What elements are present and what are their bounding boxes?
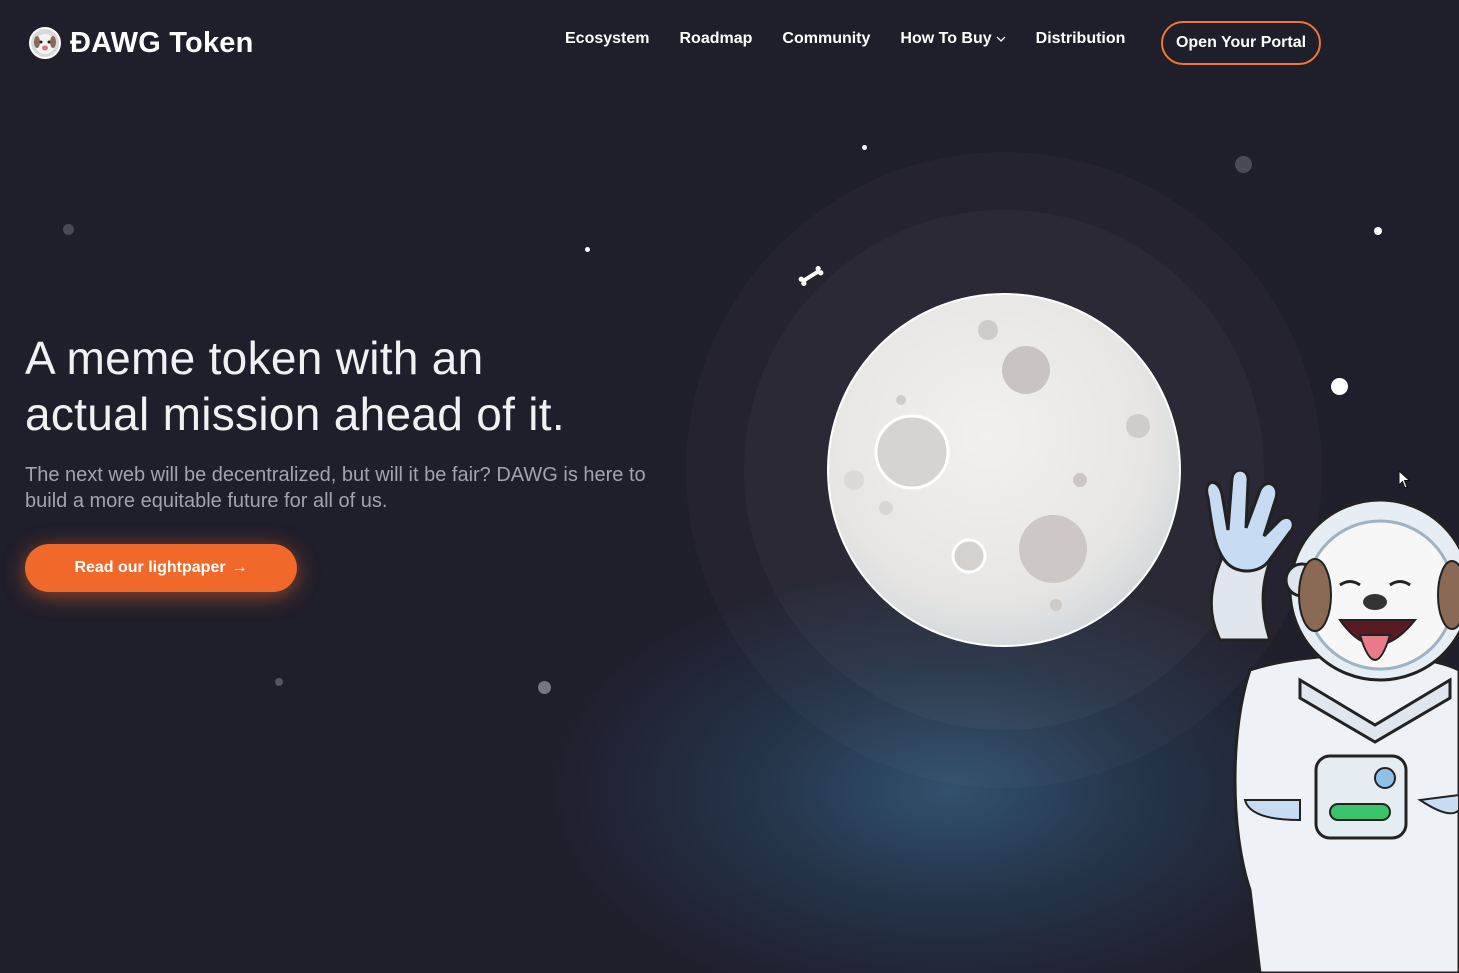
moon-illustration [827, 293, 1181, 647]
star [1331, 378, 1348, 395]
star [538, 681, 551, 694]
star [275, 678, 283, 686]
nav-community[interactable]: Community [782, 30, 870, 48]
nav-how-to-buy[interactable]: How To Buy [900, 30, 1006, 48]
read-lightpaper-button[interactable]: Read our lightpaper → [25, 544, 297, 592]
hero-title-line1: A meme token with an [25, 332, 484, 384]
arrow-right-icon: → [231, 559, 248, 576]
chevron-down-icon [996, 36, 1006, 42]
star [1374, 227, 1382, 235]
brand-logo[interactable]: ĐAWG Token [28, 26, 254, 60]
star [1235, 156, 1252, 173]
star [862, 145, 867, 150]
site-header: ĐAWG Token Ecosystem Roadmap Community H… [0, 0, 1459, 86]
nav-ecosystem[interactable]: Ecosystem [565, 30, 650, 48]
bone-icon [798, 266, 824, 286]
open-portal-button[interactable]: Open Your Portal [1161, 21, 1321, 65]
brand-name: ĐAWG Token [70, 26, 254, 59]
star [63, 224, 74, 235]
dog-astronaut-illustration [1205, 470, 1459, 973]
nav-roadmap[interactable]: Roadmap [680, 30, 753, 48]
hero-subtitle: The next web will be decentralized, but … [25, 464, 646, 512]
main-nav: Ecosystem Roadmap Community How To Buy D… [565, 30, 1155, 48]
dog-astronaut-logo-icon [29, 27, 61, 59]
hero-title: A meme token with an actual mission ahea… [25, 330, 685, 442]
cta-label: Read our lightpaper [74, 559, 226, 576]
star [585, 247, 590, 252]
mouse-cursor-icon [1398, 470, 1411, 489]
hero-title-line2: actual mission ahead of it. [25, 388, 565, 440]
nav-distribution[interactable]: Distribution [1036, 30, 1126, 48]
nav-how-to-buy-label: How To Buy [900, 30, 992, 47]
hero-section: A meme token with an actual mission ahea… [25, 330, 685, 514]
